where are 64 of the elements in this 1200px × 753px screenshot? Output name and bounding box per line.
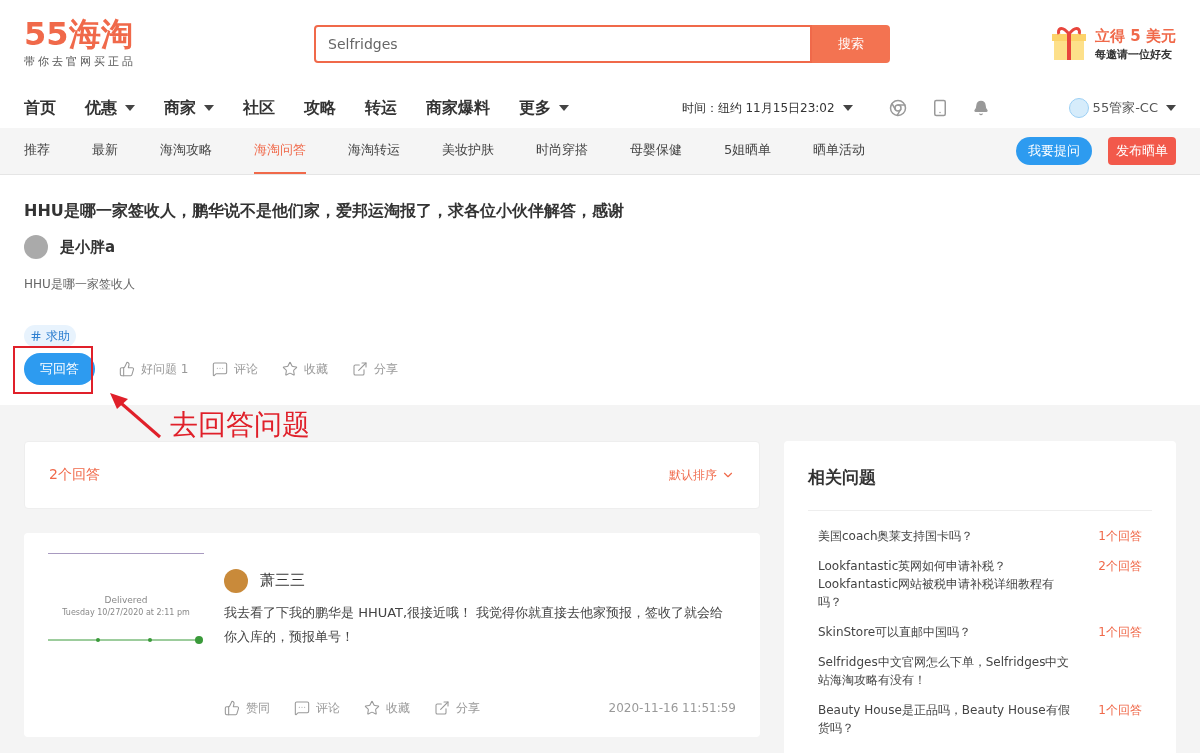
answer-count: 1个回答: [1098, 624, 1142, 641]
answer-time: 2020-11-16 11:51:59: [608, 699, 736, 717]
category-tab[interactable]: 母婴保健: [630, 128, 682, 174]
category-tab[interactable]: 5姐晒单: [724, 128, 772, 174]
category-tab[interactable]: 美妆护肤: [442, 128, 494, 174]
question-title: HHU是哪一家签收人，鹏华说不是他们家，爱邦运淘报了，求各位小伙伴解答，感谢: [24, 200, 625, 222]
search-field[interactable]: Selfridges: [314, 25, 812, 63]
caret-icon: [204, 105, 214, 111]
star-icon: [282, 360, 299, 377]
answer-count: 1个回答: [1098, 702, 1142, 719]
share-icon: [434, 699, 450, 716]
answer-text: 我去看了下我的鹏华是 HHUAT,很接近哦！ 我觉得你就直接去他家预报，签收了就会给你入库的，预报单号！: [224, 603, 725, 646]
user-avatar[interactable]: [1068, 98, 1089, 118]
promo-subtitle: 每邀请一位好友: [1095, 47, 1174, 63]
category-tab[interactable]: 海淘攻略: [160, 128, 212, 174]
category-tab[interactable]: 最新: [92, 128, 118, 174]
related-question-link[interactable]: Lookfantastic英网如何申请补税？Lookfantastic网站被税申请补税详细教程有吗？: [818, 557, 1078, 611]
time-value[interactable]: 纽约 11月15日23:02: [717, 99, 835, 117]
related-question-link[interactable]: Beauty House是正品吗，Beauty House有假货吗？: [818, 701, 1078, 737]
caret-icon: [1166, 105, 1176, 111]
share-icon: [352, 360, 369, 377]
delivery-status: Delivered: [104, 593, 148, 607]
related-question-link[interactable]: 美国coach奥莱支持国卡吗？: [818, 527, 974, 545]
time-label: 时间：: [681, 100, 718, 117]
nav-link[interactable]: 社区: [243, 96, 275, 120]
nav-link[interactable]: 商家: [164, 96, 214, 120]
user-name[interactable]: 55管家-CC: [1092, 98, 1158, 118]
bell-icon[interactable]: [972, 100, 989, 116]
nav-link[interactable]: 首页: [24, 96, 56, 120]
author-name[interactable]: 是小胖a: [60, 235, 116, 259]
answer-count: 1个回答: [1098, 528, 1142, 545]
nav-link[interactable]: 攻略: [304, 96, 336, 120]
caret-icon: [842, 105, 853, 111]
nav-link[interactable]: 优惠: [85, 96, 135, 120]
category-tab[interactable]: 晒单活动: [813, 128, 866, 174]
category-tab[interactable]: 时尚穿搭: [536, 128, 588, 174]
annotation-arrow: [108, 390, 162, 439]
nav-link[interactable]: 商家爆料: [426, 96, 490, 120]
delivery-date: Tuesday 10/27/2020 at 2:11 pm: [62, 607, 190, 619]
author-avatar[interactable]: [24, 235, 48, 259]
logo-slogan: 带你去官网买正品: [24, 53, 137, 70]
related-question-link[interactable]: SkinStore可以直邮中国吗？: [818, 623, 972, 641]
author-avatar[interactable]: [224, 568, 248, 593]
category-tab[interactable]: 推荐: [24, 128, 50, 174]
question-body: HHU是哪一家签收人: [24, 276, 136, 293]
thumbs-up-icon: [224, 699, 240, 716]
related-title: 相关问题: [808, 464, 1152, 511]
annotation-text: 去回答问题: [170, 410, 310, 439]
category-tab[interactable]: 海淘转运: [348, 128, 400, 174]
tag-chip[interactable]: 求助: [24, 325, 76, 347]
related-question-link[interactable]: Selfridges中文官网怎么下单，Selfridges中文站海淘攻略有没有！: [818, 653, 1078, 689]
caret-icon: [125, 105, 135, 111]
comment-icon: [212, 360, 229, 377]
author-name[interactable]: 萧三三: [260, 569, 305, 592]
nav-link[interactable]: 转运: [365, 96, 397, 120]
answer-count: 2个回答: [49, 465, 100, 484]
thumbs-up-icon: [119, 360, 135, 377]
comment-icon: [294, 699, 310, 716]
caret-icon: [559, 105, 569, 111]
star-icon: [364, 699, 380, 716]
browser-icon[interactable]: [888, 99, 907, 117]
hash-icon: [30, 330, 42, 342]
answer-count: 2个回答: [1098, 558, 1142, 575]
nav-link[interactable]: 更多: [519, 96, 569, 120]
